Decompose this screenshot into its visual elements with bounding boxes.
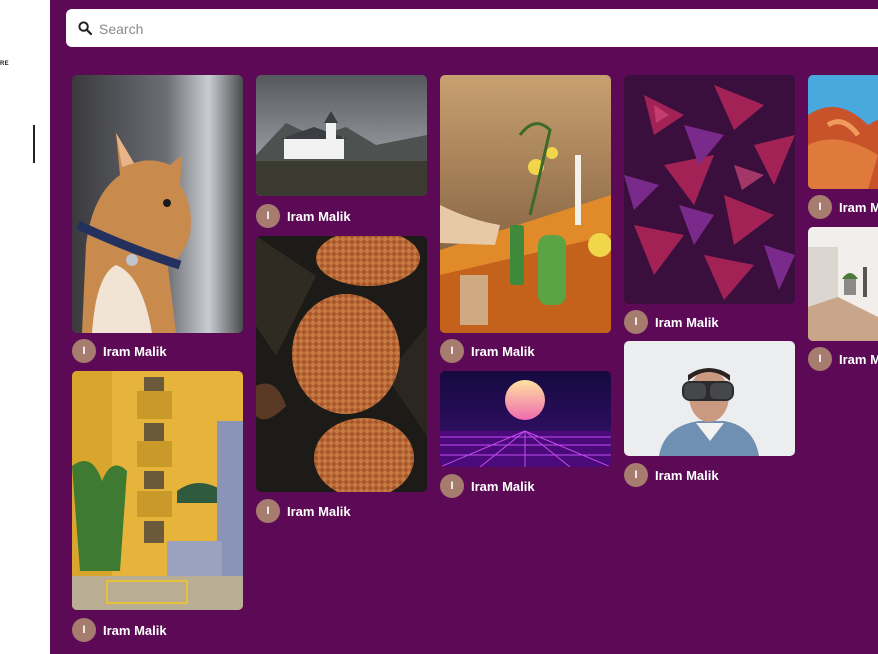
- author[interactable]: I Iram Malik: [624, 463, 719, 487]
- author[interactable]: I Iram Malik: [440, 474, 535, 498]
- photo-synthwave-sun[interactable]: [440, 371, 611, 467]
- avatar[interactable]: I: [72, 339, 96, 363]
- sidebar-active-indicator: [33, 125, 35, 163]
- author[interactable]: I Iram Malik: [256, 499, 351, 523]
- author-name[interactable]: Iram Malik: [655, 468, 719, 483]
- avatar[interactable]: I: [256, 204, 280, 228]
- author-name[interactable]: Iram Malik: [103, 623, 167, 638]
- main-content: I Iram Malik: [50, 0, 878, 654]
- avatar[interactable]: I: [808, 347, 832, 371]
- photo-interior[interactable]: [808, 227, 878, 341]
- author[interactable]: I Iram Malik: [808, 347, 878, 371]
- search-input[interactable]: [97, 9, 878, 49]
- author-name[interactable]: Iram Malik: [839, 352, 878, 367]
- author[interactable]: I Iram Malik: [808, 195, 878, 219]
- photo-church[interactable]: [256, 75, 427, 196]
- author-name[interactable]: Iram Malik: [287, 504, 351, 519]
- search-icon: [78, 21, 93, 36]
- author-name[interactable]: Iram Malik: [103, 344, 167, 359]
- author-name[interactable]: Iram Malik: [287, 209, 351, 224]
- avatar[interactable]: I: [256, 499, 280, 523]
- author[interactable]: I Iram Malik: [72, 618, 167, 642]
- author[interactable]: I Iram Malik: [72, 339, 167, 363]
- avatar[interactable]: I: [624, 310, 648, 334]
- photo-pinecones[interactable]: [256, 236, 427, 492]
- avatar[interactable]: I: [624, 463, 648, 487]
- author[interactable]: I Iram Malik: [624, 310, 719, 334]
- author[interactable]: I Iram Malik: [440, 339, 535, 363]
- photo-building[interactable]: [72, 371, 243, 610]
- author-name[interactable]: Iram Malik: [839, 200, 878, 215]
- photo-red-rock[interactable]: [808, 75, 878, 189]
- avatar[interactable]: I: [808, 195, 832, 219]
- avatar[interactable]: I: [440, 339, 464, 363]
- avatar[interactable]: I: [440, 474, 464, 498]
- author-name[interactable]: Iram Malik: [471, 479, 535, 494]
- author-name[interactable]: Iram Malik: [471, 344, 535, 359]
- avatar[interactable]: I: [72, 618, 96, 642]
- photo-vr-headset[interactable]: [624, 341, 795, 456]
- photo-candles[interactable]: [440, 75, 611, 333]
- search-bar[interactable]: [66, 9, 878, 49]
- photo-purple-leaves[interactable]: [624, 75, 795, 304]
- sidebar-label-fragment: RE: [0, 61, 9, 67]
- sidebar: RE: [0, 0, 50, 654]
- author[interactable]: I Iram Malik: [256, 204, 351, 228]
- author-name[interactable]: Iram Malik: [655, 315, 719, 330]
- photo-cat[interactable]: [72, 75, 243, 333]
